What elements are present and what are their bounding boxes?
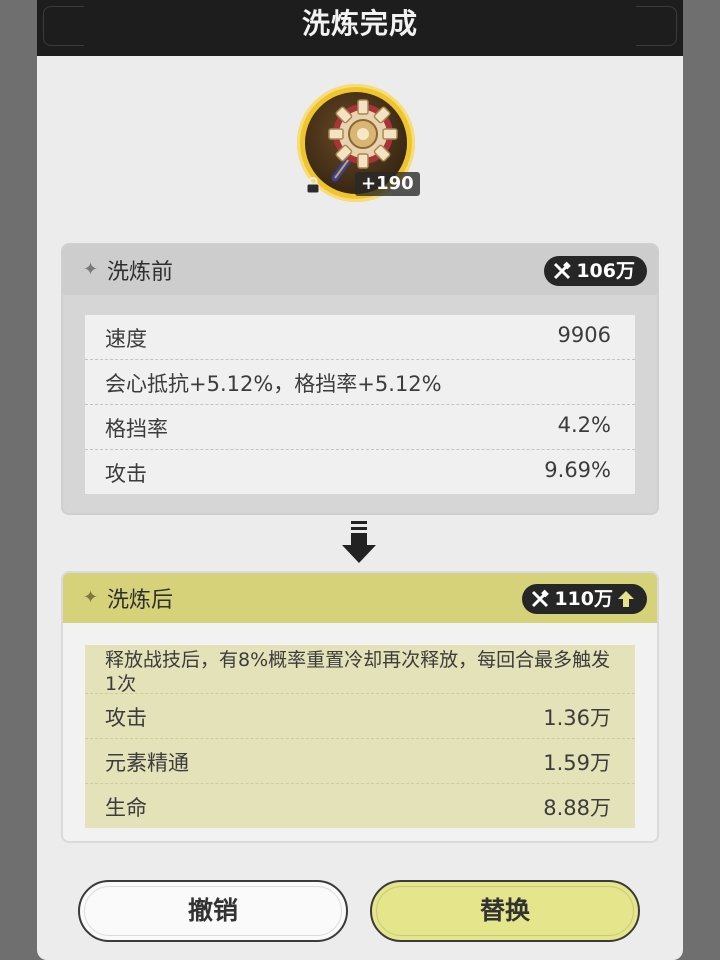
before-header: ✦ 洗炼前 106万 (63, 245, 657, 295)
stat-row: 生命 8.88万 (85, 784, 635, 828)
crossed-tools-icon (554, 261, 572, 280)
replace-button-label: 替换 (479, 896, 530, 925)
stat-value: 1.36万 (543, 706, 611, 730)
after-score: 110万 (554, 588, 613, 610)
cancel-button-label: 撤销 (187, 896, 238, 925)
crossed-tools-icon (532, 589, 550, 608)
item-icon-slot[interactable]: +190 (297, 84, 423, 210)
lock-icon (306, 177, 320, 194)
after-title: 洗炼后 (107, 588, 174, 613)
stat-value: 4.2% (557, 413, 611, 437)
after-header: ✦ 洗炼后 110万 (63, 573, 657, 623)
stat-label: 速度 (105, 327, 147, 351)
stat-label: 攻击 (105, 462, 147, 486)
sparkle-icon: ✦ (83, 259, 99, 280)
stat-row: 格挡率 4.2% (85, 405, 635, 450)
cancel-button[interactable]: 撤销 (78, 880, 348, 942)
replace-button[interactable]: 替换 (370, 880, 640, 942)
stat-label: 会心抵抗+5.12%，格挡率+5.12% (105, 372, 442, 396)
stat-row: 速度 9906 (85, 315, 635, 360)
before-stat-list: 速度 9906 会心抵抗+5.12%，格挡率+5.12% 格挡率 4.2% 攻击… (85, 315, 635, 494)
stat-label: 生命 (105, 796, 147, 820)
stat-label: 攻击 (105, 706, 147, 730)
after-panel: ✦ 洗炼后 110万 释放战技后，有8%概率重置冷却再次释放，每回合最多触发1次… (61, 571, 659, 843)
stat-row: 攻击 1.36万 (85, 694, 635, 739)
before-score-badge: 106万 (544, 256, 647, 286)
after-stat-list: 释放战技后，有8%概率重置冷却再次释放，每回合最多触发1次 攻击 1.36万 元… (85, 645, 635, 828)
enhance-level-badge: +190 (355, 172, 420, 196)
stat-row: 会心抵抗+5.12%，格挡率+5.12% (85, 360, 635, 405)
reforge-dialog: 洗炼完成 +190 ✦ 洗炼前 106万 速度 9906 会心抵抗+5.12%，… (37, 0, 683, 960)
before-score: 106万 (576, 260, 635, 282)
stat-value: 9.69% (544, 458, 611, 482)
stat-row: 释放战技后，有8%概率重置冷却再次释放，每回合最多触发1次 (85, 645, 635, 695)
stat-label: 元素精通 (105, 751, 189, 775)
stat-row: 攻击 9.69% (85, 450, 635, 494)
stat-label: 格挡率 (105, 417, 168, 441)
stat-row: 元素精通 1.59万 (85, 739, 635, 784)
sparkle-icon: ✦ (83, 587, 99, 608)
stat-value: 8.88万 (543, 796, 611, 820)
stat-value: 9906 (557, 323, 611, 347)
title-bar: 洗炼完成 (37, 0, 683, 56)
up-arrow-icon (618, 591, 634, 607)
down-arrow-icon (342, 521, 376, 563)
stat-label: 释放战技后，有8%概率重置冷却再次释放，每回合最多触发1次 (105, 649, 611, 695)
dialog-title: 洗炼完成 (301, 7, 418, 40)
before-panel: ✦ 洗炼前 106万 速度 9906 会心抵抗+5.12%，格挡率+5.12% (61, 243, 659, 515)
before-title: 洗炼前 (107, 260, 174, 285)
stat-value: 1.59万 (543, 751, 611, 775)
after-score-badge: 110万 (522, 584, 647, 614)
